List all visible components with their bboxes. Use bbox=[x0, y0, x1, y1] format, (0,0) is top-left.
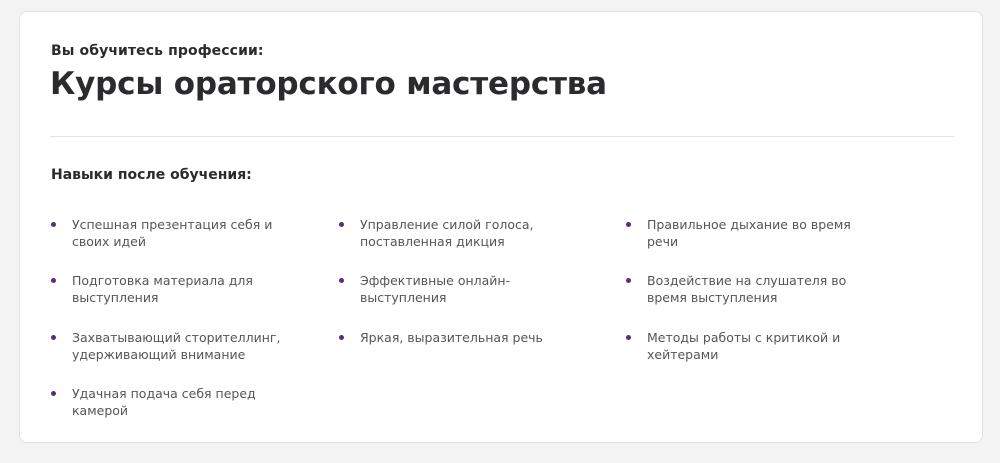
skill-item: Удачная подача себя перед камерой bbox=[51, 385, 301, 419]
skill-item: Успешная презентация себя и своих идей bbox=[51, 216, 301, 250]
skill-item-text: Удачная подача себя перед камерой bbox=[72, 386, 256, 418]
skill-item-text: Управление силой голоса, поставленная ди… bbox=[360, 217, 534, 249]
skill-item: Воздействие на слушателя во время выступ… bbox=[626, 272, 876, 306]
bullet-icon bbox=[339, 335, 344, 340]
skill-item: Эффективные онлайн-выступления bbox=[339, 272, 589, 306]
course-title: Курсы ораторского мастерства bbox=[50, 66, 607, 102]
skill-item-text: Воздействие на слушателя во время выступ… bbox=[647, 273, 847, 305]
skills-heading: Навыки после обучения: bbox=[51, 167, 252, 183]
skill-item-text: Успешная презентация себя и своих идей bbox=[72, 217, 273, 249]
bullet-icon bbox=[51, 222, 56, 227]
skill-item: Захватывающий сторителлинг, удерживающий… bbox=[51, 329, 301, 363]
skill-item: Подготовка материала для выступления bbox=[51, 272, 301, 306]
skill-item: Методы работы с критикой и хейтерами bbox=[626, 329, 876, 363]
skill-item-text: Подготовка материала для выступления bbox=[72, 273, 253, 305]
skill-item-text: Правильное дыхание во время речи bbox=[647, 217, 851, 249]
bullet-icon bbox=[51, 335, 56, 340]
bullet-icon bbox=[339, 278, 344, 283]
bullet-icon bbox=[339, 222, 344, 227]
skill-item: Яркая, выразительная речь bbox=[339, 329, 589, 346]
skill-item-text: Эффективные онлайн-выступления bbox=[360, 273, 511, 305]
bullet-icon bbox=[51, 278, 56, 283]
skill-item: Правильное дыхание во время речи bbox=[626, 216, 876, 250]
bullet-icon bbox=[626, 335, 631, 340]
skill-item-text: Яркая, выразительная речь bbox=[360, 330, 543, 345]
skill-item-text: Захватывающий сторителлинг, удерживающий… bbox=[72, 330, 281, 362]
bullet-icon bbox=[626, 222, 631, 227]
skill-item: Управление силой голоса, поставленная ди… bbox=[339, 216, 589, 250]
profession-subtitle: Вы обучитесь профессии: bbox=[51, 43, 264, 59]
bullet-icon bbox=[51, 391, 56, 396]
skill-item-text: Методы работы с критикой и хейтерами bbox=[647, 330, 841, 362]
course-card: Вы обучитесь профессии: Курсы ораторског… bbox=[19, 11, 983, 443]
bullet-icon bbox=[626, 278, 631, 283]
divider bbox=[50, 136, 954, 137]
